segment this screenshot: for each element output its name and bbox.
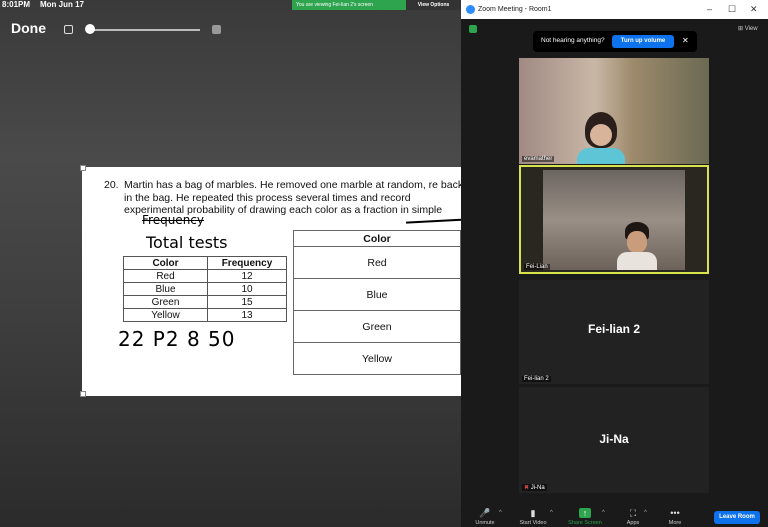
table-cell: Green	[293, 310, 461, 343]
table-cell: Blue	[123, 282, 208, 296]
zoom-slider[interactable]	[88, 29, 200, 31]
table-cell: Red	[293, 246, 461, 279]
share-screen-label: Share Screen	[568, 520, 602, 526]
table-row: Yellow	[293, 342, 461, 375]
video-tile[interactable]: evamather	[519, 58, 709, 164]
handwritten-underline	[405, 218, 461, 224]
status-time: 8:01PM	[2, 0, 31, 9]
video-tile[interactable]: Ji-Na ✖ Ji-Na	[519, 387, 709, 493]
close-icon[interactable]: ✕	[750, 4, 758, 15]
video-off-icon: ▮	[530, 508, 536, 518]
zoom-logo-icon	[466, 5, 475, 14]
ipad-whiteboard-area: 8:01PM Mon Jun 17 You are viewing Fei-li…	[0, 0, 461, 527]
participant-label: Fei-lian 2	[522, 376, 551, 382]
handwritten-total: Total tests	[146, 233, 228, 252]
participant-name: Ji-Na	[599, 432, 629, 446]
view-button[interactable]: ⊞ View	[738, 25, 758, 32]
table-row: Red 12	[123, 269, 287, 283]
done-button[interactable]: Done	[11, 20, 46, 36]
turn-up-volume-button[interactable]: Turn up volume	[612, 35, 674, 48]
table-cell: 12	[207, 269, 287, 283]
video-tile[interactable]: Fei-lian 2 Fei-lian 2	[519, 280, 709, 384]
question-number: 20.	[104, 179, 119, 191]
video-tile-active[interactable]: Fei-Lian	[519, 165, 709, 274]
table-cell: 10	[207, 282, 287, 296]
minimize-icon[interactable]: –	[707, 4, 712, 14]
crop-handle[interactable]	[80, 391, 86, 397]
screen: 8:01PM Mon Jun 17 You are viewing Fei-li…	[0, 0, 768, 527]
table-cell: Green	[123, 295, 208, 309]
participant-video	[543, 170, 685, 270]
close-notice-icon[interactable]: ✕	[682, 36, 689, 45]
zoom-window: Zoom Meeting - Room1 – ☐ ✕ ⊞ View Not he…	[461, 0, 768, 527]
crop-start-icon[interactable]	[64, 25, 73, 34]
apps-button[interactable]: ⛶ Apps	[613, 508, 653, 526]
view-options-button[interactable]: View Options	[406, 0, 461, 10]
mic-muted-icon: 🎤	[479, 508, 491, 518]
handwritten-scribble: Frequency	[142, 213, 204, 227]
participant-label: evamather	[522, 156, 555, 162]
worksheet: 20. Martin has a bag of marbles. He remo…	[82, 167, 461, 396]
share-screen-button[interactable]: ↑ Share Screen	[565, 508, 605, 526]
security-shield-icon[interactable]	[469, 25, 477, 33]
more-label: More	[668, 520, 682, 526]
table-row: Red	[293, 246, 461, 279]
table-row: Yellow 13	[123, 308, 287, 322]
chevron-up-icon[interactable]: ^	[499, 510, 502, 516]
status-date: Mon Jun 17	[40, 0, 85, 9]
maximize-icon[interactable]: ☐	[728, 4, 736, 15]
zoom-title-bar: Zoom Meeting - Room1 – ☐ ✕	[461, 0, 768, 19]
frequency-table: Color Frequency Red 12 Blue 10 Green 15 …	[123, 256, 287, 322]
handwritten-numbers: 22 P2 8 50	[118, 327, 236, 351]
muted-mic-icon: ✖	[524, 485, 530, 491]
crop-handle[interactable]	[80, 165, 86, 171]
participant-video	[577, 112, 625, 164]
table-cell: Yellow	[123, 308, 208, 322]
apps-icon: ⛶	[629, 508, 637, 518]
audio-notice: Not hearing anything? Turn up volume ✕	[533, 31, 697, 52]
table-header: Color	[293, 230, 461, 247]
question-body: Martin has a bag of marbles. He removed …	[124, 179, 461, 216]
editor-toolbar: Done	[0, 10, 461, 46]
start-video-label: Start Video	[519, 520, 547, 526]
chevron-up-icon[interactable]: ^	[644, 510, 647, 516]
crop-end-icon[interactable]	[212, 25, 221, 34]
start-video-button[interactable]: ▮ Start Video	[513, 508, 553, 526]
participant-label: ✖ Ji-Na	[522, 484, 547, 491]
share-screen-icon: ↑	[579, 508, 591, 518]
participant-name: Fei-lian 2	[587, 322, 640, 336]
table-cell: Blue	[293, 278, 461, 311]
table-header: Frequency	[207, 256, 287, 270]
leave-room-button[interactable]: Leave Room	[714, 511, 760, 524]
chevron-up-icon[interactable]: ^	[550, 510, 553, 516]
notice-message: Not hearing anything?	[541, 37, 605, 44]
zoom-slider-knob[interactable]	[85, 24, 95, 34]
table-cell: Red	[123, 269, 208, 283]
participant-label-text: Ji-Na	[530, 485, 545, 491]
table-row: Green 15	[123, 295, 287, 309]
table-header: Color	[123, 256, 208, 270]
viewing-screen-banner: You are viewing Fei-lian 2's screen	[292, 0, 406, 10]
apps-label: Apps	[626, 520, 640, 526]
table-cell: 13	[207, 308, 287, 322]
participant-label: Fei-Lian	[524, 264, 550, 270]
window-title: Zoom Meeting - Room1	[478, 6, 552, 13]
view-label: View	[744, 26, 758, 32]
more-button[interactable]: ••• More	[655, 508, 695, 526]
table-cell: 15	[207, 295, 287, 309]
table-row: Blue	[293, 278, 461, 311]
color-probability-table: Color Red Blue Green Yellow	[293, 230, 461, 375]
table-row: Green	[293, 310, 461, 343]
unmute-label: Unmute	[475, 520, 495, 526]
more-icon: •••	[670, 508, 680, 518]
table-cell: Yellow	[293, 342, 461, 375]
table-row: Blue 10	[123, 282, 287, 296]
chevron-up-icon[interactable]: ^	[602, 510, 605, 516]
